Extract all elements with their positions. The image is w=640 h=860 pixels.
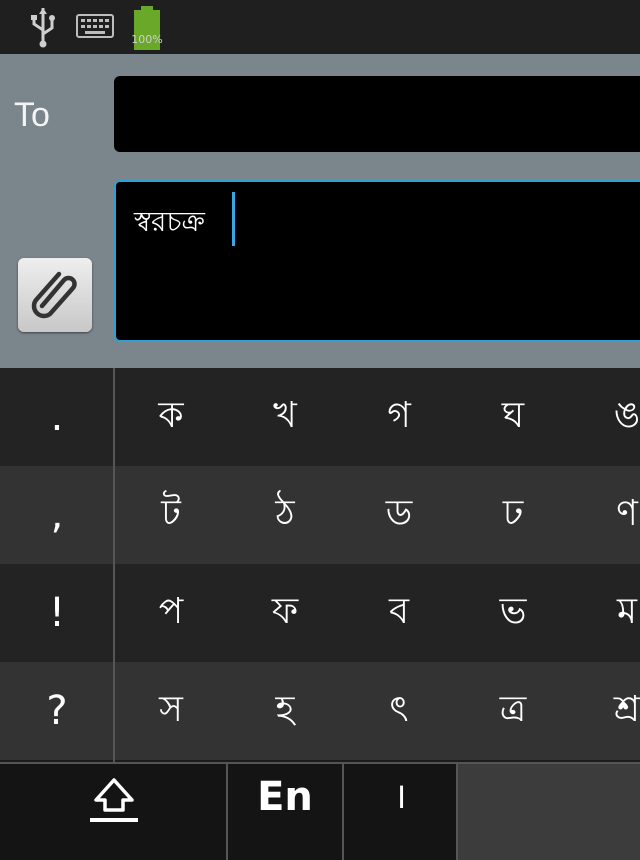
key[interactable]: ব — [342, 564, 456, 662]
bengali-keyboard: . ক খ গ ঘ ঙ , ট ঠ ড ঢ ণ ! প ফ ব ভ ম ? স … — [0, 368, 640, 860]
key-period[interactable]: . — [0, 368, 114, 466]
key[interactable]: ট — [114, 466, 228, 564]
text-cursor — [232, 192, 235, 246]
key[interactable]: প — [114, 564, 228, 662]
message-text: স্বরচক্র — [134, 205, 205, 238]
key-row-4: ? স হ ৎ ত্র শ্র — [0, 662, 640, 760]
keyboard-icon — [76, 14, 114, 38]
language-switch-key[interactable]: En — [228, 764, 344, 860]
key-exclamation[interactable]: ! — [0, 564, 114, 662]
shift-key[interactable] — [0, 764, 228, 860]
key[interactable]: ৎ — [342, 662, 456, 760]
key-comma[interactable]: , — [0, 466, 114, 564]
battery-level: 100% — [131, 33, 163, 46]
key[interactable]: ঘ — [456, 368, 570, 466]
recipient-input[interactable] — [114, 76, 640, 152]
key[interactable]: শ্র — [570, 662, 640, 760]
key[interactable]: খ — [228, 368, 342, 466]
to-label: To — [14, 96, 50, 134]
keyboard-bottom-row: En । — [0, 762, 640, 860]
space-key[interactable] — [458, 764, 640, 860]
key[interactable]: ঠ — [228, 466, 342, 564]
key[interactable]: ফ — [228, 564, 342, 662]
key[interactable]: স — [114, 662, 228, 760]
key[interactable]: হ — [228, 662, 342, 760]
shift-icon — [90, 778, 138, 822]
key[interactable]: ঢ — [456, 466, 570, 564]
key[interactable]: ণ — [570, 466, 640, 564]
attach-button[interactable] — [18, 258, 92, 332]
key[interactable]: ড — [342, 466, 456, 564]
usb-icon — [31, 8, 55, 48]
key[interactable]: ক — [114, 368, 228, 466]
key-question[interactable]: ? — [0, 662, 114, 760]
key[interactable]: ত্র — [456, 662, 570, 760]
key[interactable]: ম — [570, 564, 640, 662]
punctuation-divider — [113, 368, 115, 762]
key[interactable]: ঙ — [570, 368, 640, 466]
status-bar: 100% — [0, 0, 640, 54]
compose-panel: To স্বরচক্র — [0, 54, 640, 368]
key[interactable]: ভ — [456, 564, 570, 662]
key-row-1: . ক খ গ ঘ ঙ — [0, 368, 640, 466]
paperclip-icon — [31, 271, 77, 319]
danda-key[interactable]: । — [344, 764, 458, 860]
key-row-3: ! প ফ ব ভ ম — [0, 564, 640, 662]
message-input[interactable]: স্বরচক্র — [114, 180, 640, 342]
key[interactable]: গ — [342, 368, 456, 466]
key-row-2: , ট ঠ ড ঢ ণ — [0, 466, 640, 564]
